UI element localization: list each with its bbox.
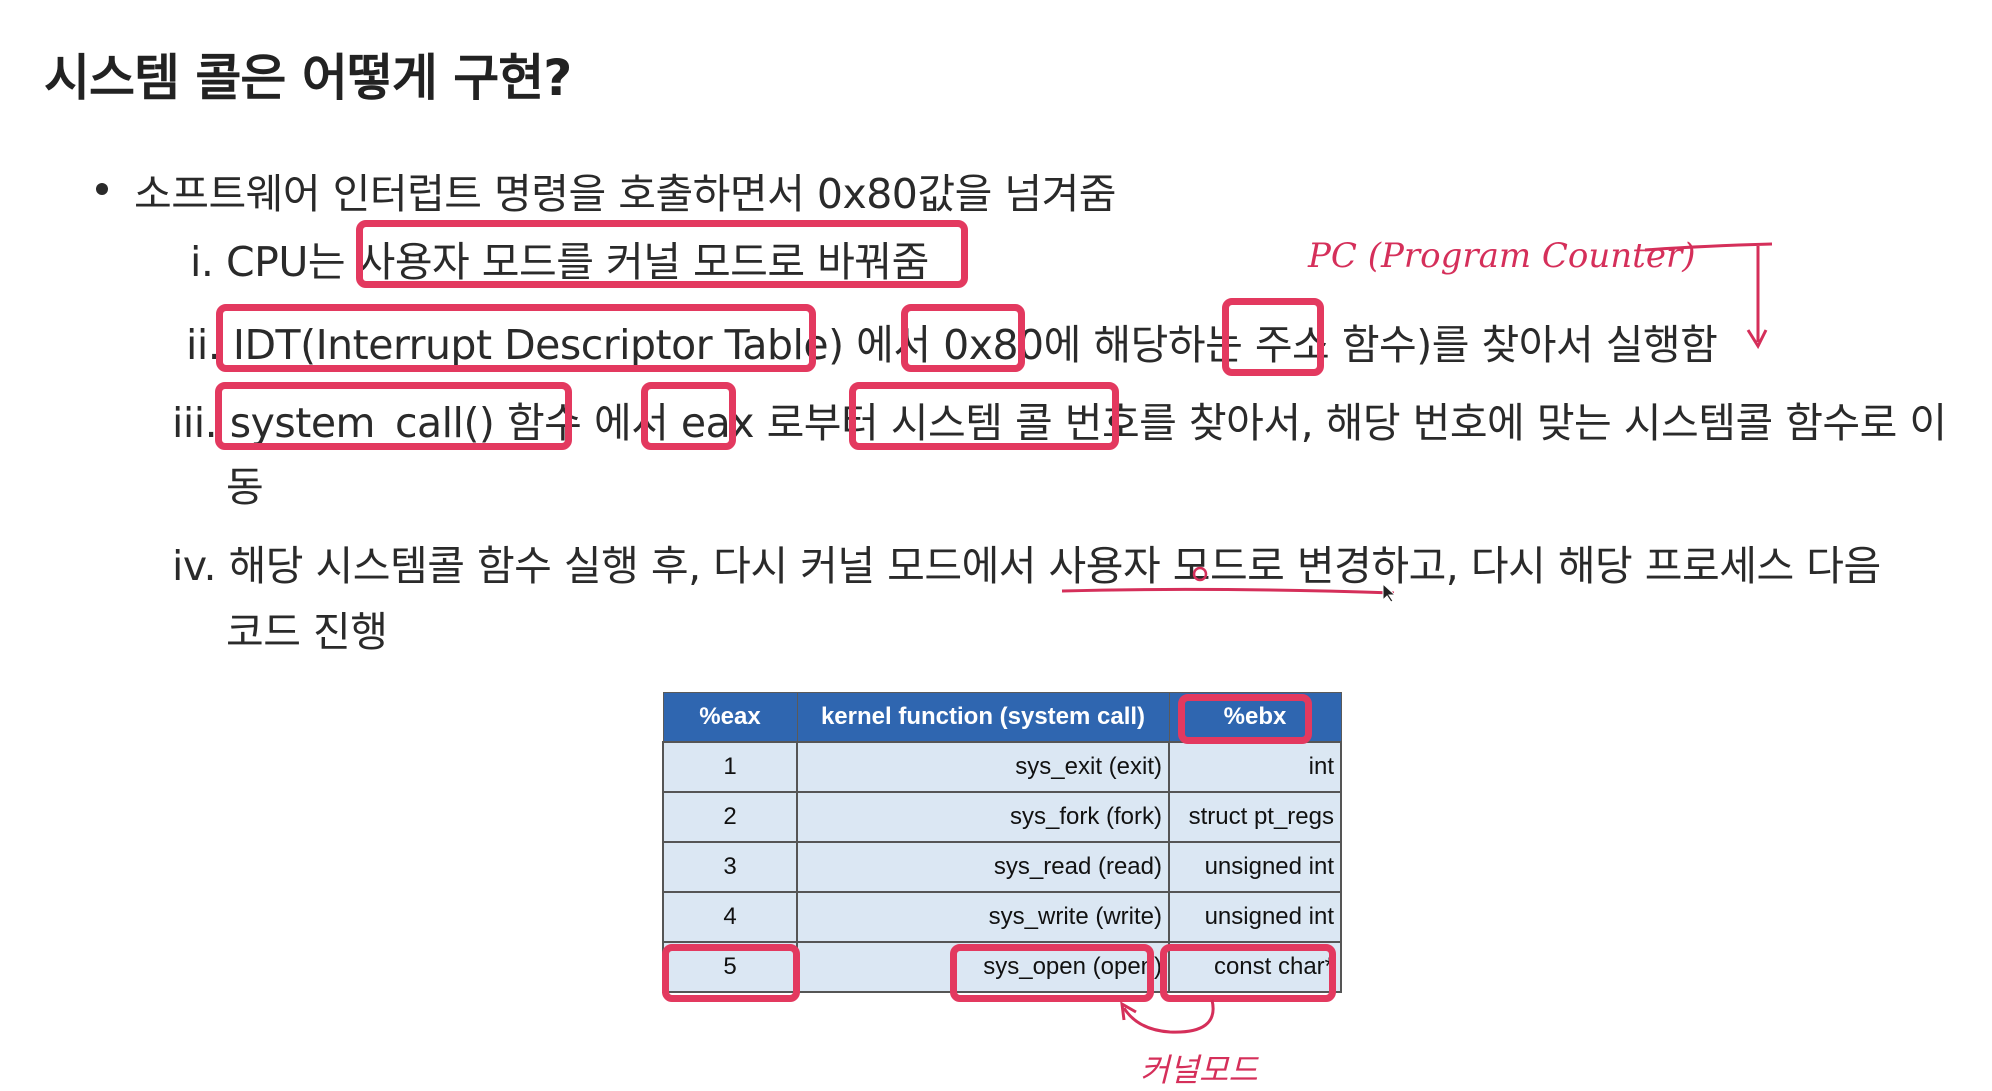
step-number: iv. [172, 542, 217, 590]
step-text: 함수)를 찾아서 실행함 [1329, 321, 1718, 369]
page-title: 시스템 콜은 어떻게 구현? [44, 49, 572, 107]
table-row: 2 sys_fork (fork) struct pt_regs [662, 791, 1342, 843]
table-row: 4 sys_write (write) unsigned int [662, 891, 1342, 943]
step-text: 를 찾아서, 해당 번호에 맞는 시스템콜 함수로 이 [1139, 399, 1947, 447]
highlight-box [1160, 944, 1336, 1002]
highlight-box [641, 382, 736, 450]
table-cell: sys_read (read) [796, 841, 1170, 893]
table-cell: sys_exit (exit) [796, 741, 1170, 793]
table-cell: unsigned int [1168, 841, 1342, 893]
step-text: CPU는 [225, 238, 358, 286]
step-iii-continued: 동 [226, 463, 264, 511]
highlight-box [1222, 298, 1324, 376]
handwritten-note-kernel-mode: 커널모드 [1140, 1051, 1258, 1089]
highlight-box [216, 304, 816, 372]
table-cell: unsigned int [1168, 891, 1342, 943]
table-header-cell: %eax [662, 692, 798, 743]
table-cell: sys_write (write) [796, 891, 1170, 943]
bullet-dot [96, 183, 108, 195]
mouse-cursor-icon [1382, 582, 1397, 603]
arrow-icon [1120, 999, 1215, 1034]
highlight-box [849, 382, 1119, 450]
highlight-box [356, 220, 968, 288]
table-cell: struct pt_regs [1168, 791, 1342, 843]
table-header-cell: kernel function (system call) [796, 692, 1170, 743]
highlight-box [1178, 694, 1312, 744]
table-cell: 3 [662, 841, 798, 893]
handwritten-note-pc: PC (Program Counter) [1308, 236, 1696, 276]
underline-annotation [1061, 566, 1395, 595]
step-iv: iv. 해당 시스템콜 함수 실행 후, 다시 커널 모드에서 사용자 모드로 … [172, 532, 1881, 592]
highlight-box [662, 944, 800, 1002]
table-row: 3 sys_read (read) unsigned int [662, 841, 1342, 893]
step-number: iii. [172, 399, 218, 447]
step-text: 해당 시스템콜 함수 실행 후, 다시 커널 모드에서 사용자 모드로 변경하고… [228, 542, 1882, 590]
table-cell: int [1168, 741, 1342, 793]
table-cell: sys_fork (fork) [796, 791, 1170, 843]
table-cell: 2 [662, 791, 798, 843]
table-cell: 4 [662, 891, 798, 943]
highlight-box [901, 304, 1025, 372]
step-number: i. [190, 238, 214, 286]
bullet-text: 소프트웨어 인터럽트 명령을 호출하면서 0x80값을 넘겨줌 [134, 170, 1117, 218]
table-cell: 1 [662, 741, 798, 793]
highlight-box [215, 382, 572, 450]
highlight-box [950, 944, 1154, 1002]
step-iv-continued: 코드 진행 [226, 608, 388, 656]
table-row: 1 sys_exit (exit) int [662, 741, 1342, 793]
